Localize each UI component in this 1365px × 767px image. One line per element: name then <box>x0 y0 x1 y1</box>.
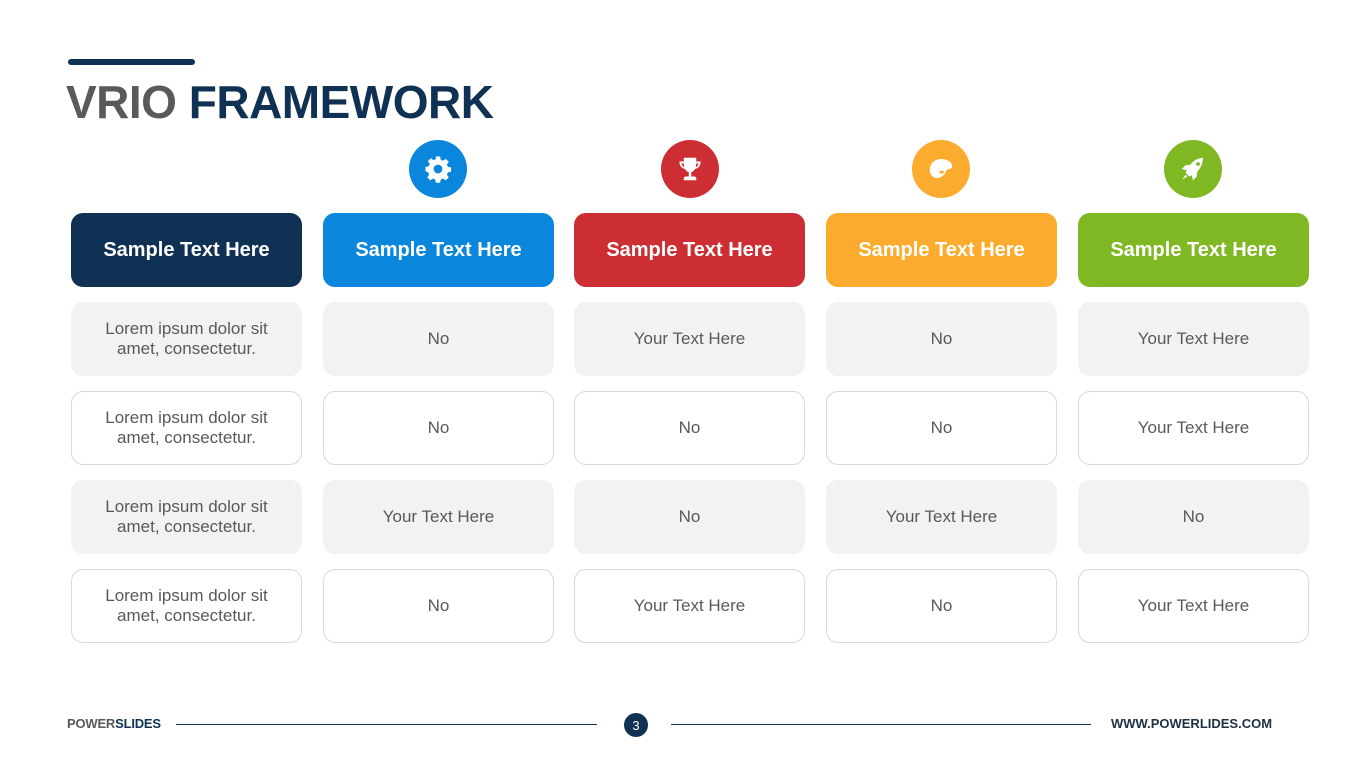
rocket-icon <box>1164 140 1222 198</box>
footer-brand-power: POWER <box>67 716 116 731</box>
column-header-1: Sample Text Here <box>71 213 302 287</box>
title-part-framework: FRAMEWORK <box>188 76 494 128</box>
table-cell: No <box>323 302 554 376</box>
table-cell: No <box>1078 480 1309 554</box>
table-cell: Lorem ipsum dolor sit amet, consectetur. <box>71 569 302 643</box>
page-number-badge: 3 <box>624 713 648 737</box>
table-cell: No <box>826 569 1057 643</box>
table-cell: Your Text Here <box>574 569 805 643</box>
table-cell: No <box>574 480 805 554</box>
table-cell: Lorem ipsum dolor sit amet, consectetur. <box>71 480 302 554</box>
table-cell: Your Text Here <box>1078 302 1309 376</box>
table-cell: No <box>826 391 1057 465</box>
table-cell: Your Text Here <box>574 302 805 376</box>
table-cell: Lorem ipsum dolor sit amet, consectetur. <box>71 302 302 376</box>
column-header-3: Sample Text Here <box>574 213 805 287</box>
title-part-vrio: VRIO <box>66 76 177 128</box>
table-cell: Lorem ipsum dolor sit amet, consectetur. <box>71 391 302 465</box>
table-cell: Your Text Here <box>1078 569 1309 643</box>
table-cell: Your Text Here <box>323 480 554 554</box>
palette-icon <box>912 140 970 198</box>
page-title: VRIO FRAMEWORK <box>66 74 494 130</box>
column-header-4: Sample Text Here <box>826 213 1057 287</box>
title-accent-bar <box>68 59 195 65</box>
table-cell: Your Text Here <box>826 480 1057 554</box>
trophy-icon <box>661 140 719 198</box>
footer-brand-slides: SLIDES <box>115 716 161 731</box>
table-cell: No <box>323 391 554 465</box>
table-cell: No <box>826 302 1057 376</box>
table-cell: Your Text Here <box>1078 391 1309 465</box>
footer-url: WWW.POWERLIDES.COM <box>1111 716 1273 731</box>
footer-divider-left <box>176 724 597 725</box>
gear-icon <box>409 140 467 198</box>
footer-divider-right <box>671 724 1091 725</box>
footer-brand: POWERSLIDES <box>67 716 161 731</box>
table-cell: No <box>574 391 805 465</box>
column-header-2: Sample Text Here <box>323 213 554 287</box>
column-header-5: Sample Text Here <box>1078 213 1309 287</box>
table-cell: No <box>323 569 554 643</box>
